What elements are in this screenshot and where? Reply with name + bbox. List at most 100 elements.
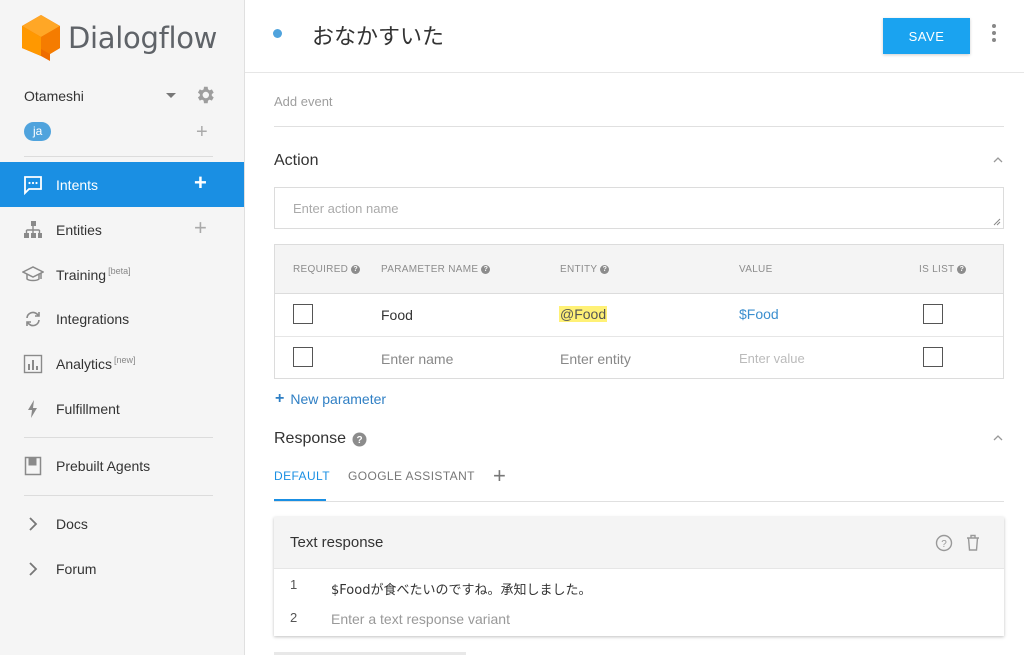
add-language-icon[interactable]: +	[196, 122, 208, 142]
intent-status-dot	[273, 29, 282, 38]
intent-editor: おなかすいた SAVE Add event Action Enter actio…	[245, 0, 1024, 655]
action-section-title: Action	[274, 152, 319, 169]
value-cell[interactable]: $Food	[739, 306, 779, 322]
header-is-list: IS LIST?	[919, 264, 967, 275]
header-parameter-name: PARAMETER NAME?	[381, 264, 491, 275]
sidebar-item-training[interactable]: Training [beta]	[0, 252, 244, 297]
table-row: Enter name Enter entity Enter value	[275, 336, 1003, 378]
text-response-card: Text response ? 1 $Foodが食べたいのですね。承知しました。…	[274, 517, 1004, 636]
gear-icon[interactable]	[194, 84, 216, 106]
is-list-checkbox[interactable]	[923, 304, 943, 324]
entity-input[interactable]: Enter entity	[560, 351, 631, 367]
dialogflow-logo-icon	[22, 15, 60, 61]
chevron-right-icon	[22, 513, 44, 535]
header-value: VALUE	[739, 264, 773, 275]
resize-handle-icon[interactable]	[993, 218, 1001, 226]
sidebar-item-docs[interactable]: Docs	[0, 501, 244, 546]
response-text-line[interactable]: $Foodが食べたいのですね。承知しました。	[331, 579, 591, 598]
response-tabs: DEFAULT GOOGLE ASSISTANT +	[274, 460, 1004, 502]
help-icon[interactable]: ?	[351, 265, 361, 274]
sidebar-divider	[24, 495, 213, 496]
sidebar-item-label: Training [beta]	[56, 266, 131, 283]
book-icon	[22, 455, 44, 477]
new-parameter-link[interactable]: + New parameter	[275, 390, 386, 408]
dialogflow-logo[interactable]: Dialogflow	[22, 14, 217, 62]
add-entity-icon[interactable]: +	[194, 217, 207, 239]
sidebar-item-forum[interactable]: Forum	[0, 546, 244, 591]
sync-icon	[22, 308, 44, 330]
trash-icon[interactable]	[964, 533, 982, 552]
table-row: Food @Food $Food	[275, 294, 1003, 336]
chevron-up-icon[interactable]	[993, 155, 1003, 165]
help-circle-icon[interactable]: ?	[352, 432, 367, 447]
is-list-checkbox[interactable]	[923, 347, 943, 367]
language-row: ja +	[24, 122, 219, 142]
parameter-name-cell[interactable]: Food	[381, 307, 413, 323]
sidebar-divider	[24, 156, 213, 157]
new-parameter-label: New parameter	[290, 391, 387, 407]
parameter-name-input[interactable]: Enter name	[381, 351, 453, 367]
parameters-table-header: REQUIRED? PARAMETER NAME? ENTITY? VALUE …	[275, 245, 1003, 294]
add-intent-icon[interactable]: +	[194, 172, 207, 194]
header-entity: ENTITY?	[560, 264, 610, 275]
sidebar-item-label: Fulfillment	[56, 400, 120, 417]
sidebar-item-label: Entities	[56, 221, 102, 238]
sidebar-item-integrations[interactable]: Integrations	[0, 296, 244, 341]
add-tab-icon[interactable]: +	[493, 463, 506, 489]
caret-down-icon[interactable]	[166, 93, 176, 98]
graduation-cap-icon	[22, 264, 44, 286]
chevron-right-icon	[22, 558, 44, 580]
required-checkbox[interactable]	[293, 304, 313, 324]
agent-name: Otameshi	[24, 88, 84, 104]
svg-text:?: ?	[941, 539, 947, 550]
event-divider	[274, 126, 1004, 127]
response-line-number: 2	[290, 610, 298, 625]
lightning-bolt-icon	[22, 398, 44, 420]
tab-google-assistant[interactable]: GOOGLE ASSISTANT	[348, 469, 475, 483]
action-name-input[interactable]: Enter action name	[274, 187, 1004, 229]
entity-cell[interactable]: @Food	[559, 306, 608, 322]
more-options-icon[interactable]	[990, 24, 998, 44]
help-icon[interactable]: ?	[481, 265, 491, 274]
value-input[interactable]: Enter value	[739, 351, 805, 366]
sidebar-item-label: Intents	[56, 176, 99, 193]
help-icon[interactable]: ?	[957, 265, 967, 274]
sidebar-item-prebuilt-agents[interactable]: Prebuilt Agents	[0, 443, 244, 488]
chevron-up-icon[interactable]	[993, 433, 1003, 443]
text-response-title: Text response	[290, 534, 384, 551]
language-chip[interactable]: ja	[24, 122, 52, 141]
plus-icon: +	[275, 390, 285, 407]
sidebar: Dialogflow Otameshi ja + Intents + Entit…	[0, 0, 245, 655]
chat-bubble-icon	[22, 174, 44, 196]
response-section-title: Response ?	[274, 430, 367, 448]
new-badge: [new]	[114, 355, 136, 365]
save-button[interactable]: SAVE	[883, 18, 970, 54]
sidebar-item-fulfillment[interactable]: Fulfillment	[0, 386, 244, 431]
action-name-placeholder: Enter action name	[293, 201, 399, 216]
hierarchy-icon	[22, 219, 44, 241]
sidebar-item-intents[interactable]: Intents +	[0, 162, 244, 207]
text-response-header: Text response ?	[274, 517, 1004, 569]
help-icon[interactable]: ?	[600, 265, 610, 274]
svg-text:?: ?	[356, 435, 362, 446]
sidebar-item-analytics[interactable]: Analytics [new]	[0, 341, 244, 386]
add-event-input[interactable]: Add event	[274, 94, 333, 109]
sidebar-item-label: Integrations	[56, 310, 130, 327]
sidebar-item-label: Analytics [new]	[56, 355, 136, 372]
sidebar-item-label: Docs	[56, 515, 88, 532]
required-checkbox[interactable]	[293, 347, 313, 367]
brand-name: Dialogflow	[68, 21, 218, 55]
sidebar-item-label: Forum	[56, 560, 97, 577]
help-circle-icon[interactable]: ?	[935, 534, 953, 552]
intent-name[interactable]: おなかすいた	[312, 19, 444, 51]
bar-chart-icon	[22, 353, 44, 375]
response-variant-input[interactable]: Enter a text response variant	[331, 611, 510, 627]
beta-badge: [beta]	[108, 266, 131, 276]
parameters-table: REQUIRED? PARAMETER NAME? ENTITY? VALUE …	[274, 244, 1004, 379]
sidebar-item-label: Prebuilt Agents	[56, 457, 151, 474]
tab-default[interactable]: DEFAULT	[274, 469, 330, 483]
sidebar-item-entities[interactable]: Entities +	[0, 207, 244, 252]
agent-selector[interactable]: Otameshi	[24, 86, 219, 106]
sidebar-divider	[24, 437, 213, 438]
active-tab-indicator	[274, 499, 326, 501]
